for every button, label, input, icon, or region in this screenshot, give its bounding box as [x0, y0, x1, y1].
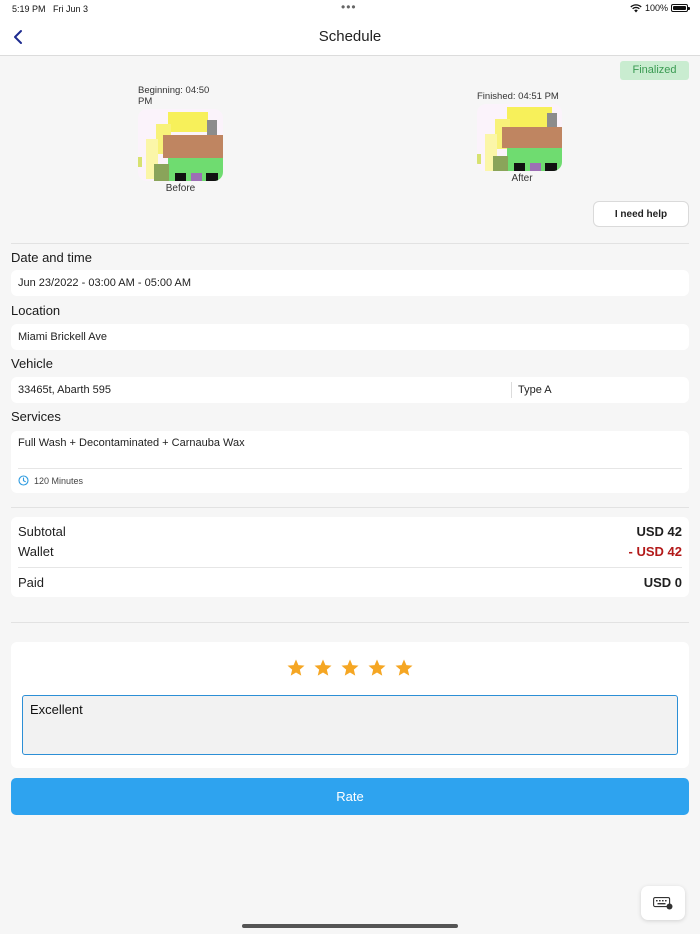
wallet-value: - USD 42: [628, 544, 682, 559]
subtotal-row: Subtotal USD 42: [18, 524, 682, 539]
vehicle-value: 33465t, Abarth 595: [18, 384, 111, 396]
before-photo[interactable]: [138, 109, 223, 181]
status-right: 100%: [630, 3, 690, 13]
after-photo[interactable]: [477, 104, 562, 171]
help-button[interactable]: I need help: [593, 201, 689, 227]
vehicle-type: Type A: [518, 384, 552, 396]
date-time-field: Jun 23/2022 - 03:00 AM - 05:00 AM: [11, 270, 689, 296]
after-timestamp: Finished: 04:51 PM: [477, 91, 559, 102]
services-duration: 120 Minutes: [18, 475, 83, 486]
location-value: Miami Brickell Ave: [18, 331, 108, 343]
paid-value: USD 0: [643, 575, 682, 590]
location-label: Location: [11, 303, 61, 318]
divider: [11, 243, 689, 244]
battery-percent: 100%: [644, 3, 668, 13]
wifi-icon: [630, 3, 642, 12]
before-timestamp: Beginning: 04:50 PM: [138, 85, 210, 107]
home-indicator: [242, 924, 458, 928]
location-field: Miami Brickell Ave: [11, 324, 689, 350]
status-bar: 5:19 PM Fri Jun 3 ••• 100%: [0, 0, 700, 18]
divider: [11, 507, 689, 508]
date-time-label: Date and time: [11, 250, 92, 265]
vehicle-label: Vehicle: [11, 356, 53, 371]
after-photo-block: Finished: 04:51 PM After: [477, 91, 567, 184]
star-icon[interactable]: [394, 658, 414, 678]
star-icon[interactable]: [340, 658, 360, 678]
status-time: 5:19 PM Fri Jun 3: [12, 4, 89, 14]
rating-card: Excellent: [11, 642, 689, 768]
clock-icon: [18, 475, 29, 486]
subtotal-value: USD 42: [636, 524, 682, 539]
page-title: Schedule: [318, 28, 382, 45]
status-badge: Finalized: [620, 61, 689, 80]
battery-icon: [671, 4, 690, 12]
comment-input[interactable]: Excellent: [22, 695, 678, 755]
divider: [18, 468, 682, 469]
vehicle-field: 33465t, Abarth 595 Type A: [11, 377, 689, 403]
services-value: Full Wash + Decontaminated + Carnauba Wa…: [18, 437, 245, 449]
services-card: Full Wash + Decontaminated + Carnauba Wa…: [11, 431, 689, 493]
wallet-label: Wallet: [18, 544, 54, 559]
subtotal-label: Subtotal: [18, 524, 66, 539]
keyboard-button[interactable]: [641, 886, 685, 920]
date-time-value: Jun 23/2022 - 03:00 AM - 05:00 AM: [18, 277, 192, 289]
duration-text: 120 Minutes: [34, 475, 84, 486]
vehicle-divider: [511, 382, 512, 398]
multitasking-dots-icon[interactable]: •••: [341, 1, 357, 13]
nav-bar: Schedule: [0, 18, 700, 56]
star-icon[interactable]: [313, 658, 333, 678]
divider: [18, 567, 682, 568]
star-icon[interactable]: [367, 658, 387, 678]
before-label: Before: [165, 183, 196, 194]
rate-button[interactable]: Rate: [11, 778, 689, 815]
wallet-row: Wallet - USD 42: [18, 544, 682, 559]
paid-row: Paid USD 0: [18, 575, 682, 590]
paid-label: Paid: [18, 575, 45, 590]
totals-card: Subtotal USD 42 Wallet - USD 42 Paid USD…: [11, 517, 689, 597]
after-label: After: [511, 173, 533, 184]
before-photo-block: Beginning: 04:50 PM Before: [138, 85, 223, 194]
services-label: Services: [11, 409, 61, 424]
star-icon[interactable]: [286, 658, 306, 678]
star-rating: [11, 658, 689, 678]
keyboard-icon: [653, 896, 673, 909]
divider: [11, 622, 689, 623]
